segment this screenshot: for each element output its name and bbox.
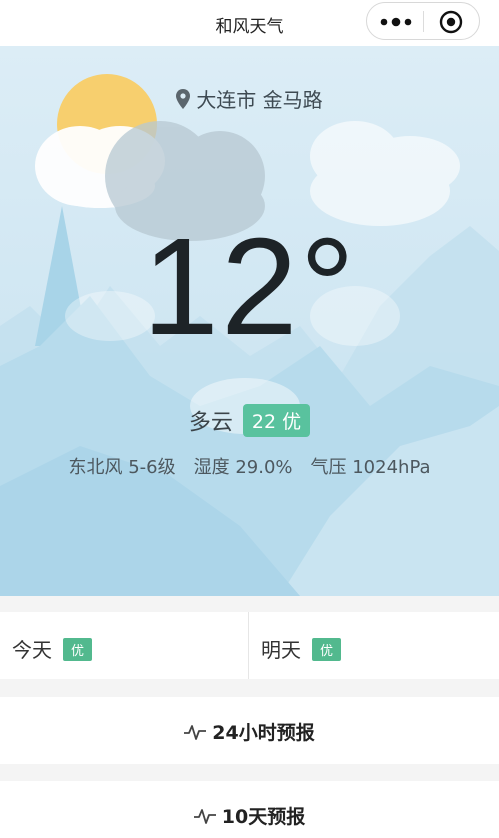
weather-hero: 大连市 金马路 12° 多云 22 优 东北风 5-6级 湿度 29.0% 气压 10…: [0, 46, 499, 596]
daily-forecast-link[interactable]: 10天预报: [0, 781, 499, 838]
wind-info: 东北风 5-6级: [68, 457, 176, 478]
current-temperature: 12°: [142, 210, 357, 364]
day-aqi-badge: 优: [63, 638, 93, 661]
weather-condition: 多云: [188, 410, 233, 436]
close-circle-icon[interactable]: [439, 10, 463, 34]
aqi-badge[interactable]: 22 优: [242, 404, 311, 437]
day-forecast-cards: 今天 优 明天 优: [0, 612, 499, 679]
weather-details: 东北风 5-6级 湿度 29.0% 气压 1024hPa: [0, 453, 499, 479]
hourly-forecast-label: 24小时预报: [212, 722, 315, 744]
condition-row: 多云 22 优: [0, 404, 499, 437]
miniprogram-capsule: [366, 2, 480, 40]
capsule-divider: [423, 11, 424, 32]
pulse-icon: [184, 725, 207, 740]
pressure-info: 气压 1024hPa: [310, 457, 431, 478]
pulse-icon: [193, 809, 216, 824]
day-card-tomorrow[interactable]: 明天 优: [248, 612, 496, 679]
hourly-forecast-link[interactable]: 24小时预报: [0, 697, 499, 764]
location-text: 大连市 金马路: [196, 88, 323, 112]
navigation-bar: 和风天气: [0, 0, 499, 46]
more-dots-icon[interactable]: [379, 12, 413, 32]
daily-forecast-label: 10天预报: [221, 806, 306, 828]
day-label: 今天: [12, 638, 52, 662]
location-label[interactable]: 大连市 金马路: [0, 84, 499, 113]
day-aqi-badge: 优: [312, 638, 342, 661]
location-pin-icon: [176, 89, 191, 109]
hourly-forecast-button[interactable]: 24小时预报: [184, 718, 315, 745]
day-label: 明天: [261, 638, 301, 662]
day-card-today[interactable]: 今天 优: [0, 612, 248, 679]
daily-forecast-button[interactable]: 10天预报: [193, 802, 306, 829]
humidity-info: 湿度 29.0%: [193, 457, 293, 478]
